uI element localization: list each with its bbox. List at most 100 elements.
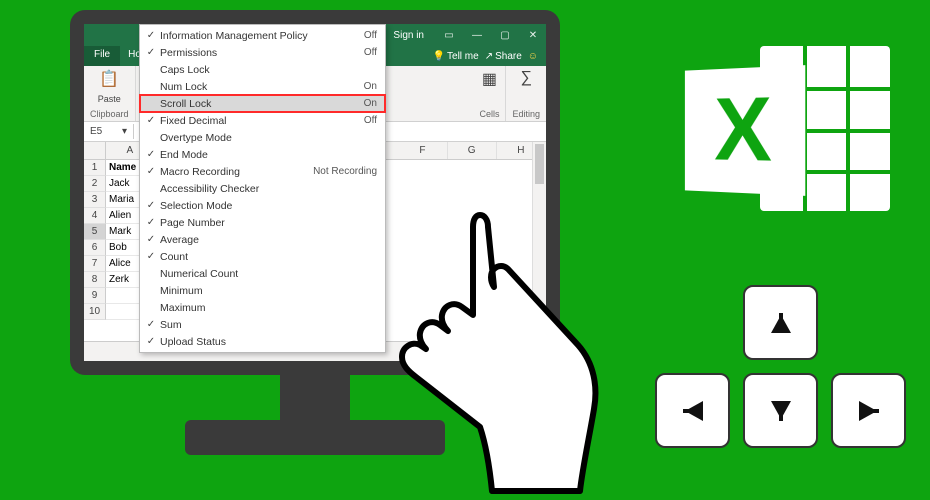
menu-item-label: Minimum [160,285,377,297]
scrollbar-thumb[interactable] [535,144,544,184]
checkmark-icon: ✓ [142,251,160,262]
maximize-button[interactable]: ▢ [496,30,514,41]
menu-item-label: Page Number [160,217,377,229]
menu-item[interactable]: ✓Average [140,231,385,248]
menu-item-label: Macro Recording [160,166,313,178]
menu-item-label: Accessibility Checker [160,183,377,195]
excel-logo: X [680,38,890,223]
share-button[interactable]: ↗Share [485,46,522,66]
row-header[interactable]: 9 [84,288,106,304]
menu-item-label: Information Management Policy [160,30,364,42]
menu-item[interactable]: ✓Macro RecordingNot Recording [140,163,385,180]
col-header-f[interactable]: F [398,142,447,159]
menu-item[interactable]: ✓Fixed DecimalOff [140,112,385,129]
checkmark-icon: ✓ [142,217,160,228]
menu-item[interactable]: ✓Page Number [140,214,385,231]
menu-item[interactable]: Minimum [140,282,385,299]
excel-logo-x: X [685,65,805,196]
paste-icon[interactable]: 📋 [99,69,119,89]
menu-item-label: Overtype Mode [160,132,377,144]
menu-item-label: Count [160,251,377,263]
checkmark-icon: ✓ [142,336,160,347]
checkmark-icon: ✓ [142,47,160,58]
name-box[interactable]: E5 ▾ [84,124,134,139]
menu-item[interactable]: Overtype Mode [140,129,385,146]
hand-cursor-graphic [370,195,610,495]
menu-item[interactable]: ✓Count [140,248,385,265]
menu-item-label: Maximum [160,302,377,314]
close-button[interactable]: ✕ [524,30,542,41]
checkmark-icon: ✓ [142,234,160,245]
ribbon-group-editing: ∑ Editing [506,66,546,121]
share-icon: ↗ [485,51,493,62]
checkmark-icon: ✓ [142,166,160,177]
menu-item-label: Permissions [160,47,364,59]
menu-item-value: Off [364,30,377,41]
menu-item-label: Fixed Decimal [160,115,364,127]
sign-in-link[interactable]: Sign in [393,30,424,41]
checkmark-icon: ✓ [142,319,160,330]
chevron-down-icon[interactable]: ▾ [122,126,127,137]
menu-item-value: Off [364,47,377,58]
cells-icon[interactable]: ▦ [482,69,497,89]
right-arrow-key [831,373,906,448]
row-header[interactable]: 2 [84,176,106,192]
row-header[interactable]: 4 [84,208,106,224]
lightbulb-icon: 💡 [433,51,445,62]
menu-item[interactable]: Scroll LockOn [140,95,385,112]
clipboard-group-label: Clipboard [90,109,129,119]
col-header-g[interactable]: G [448,142,497,159]
menu-item-label: Upload Status [160,336,377,348]
row-header[interactable]: 3 [84,192,106,208]
select-all-corner[interactable] [84,142,106,159]
left-arrow-key [655,373,730,448]
checkmark-icon: ✓ [142,200,160,211]
checkmark-icon: ✓ [142,115,160,126]
monitor-stand-neck [280,370,350,430]
menu-item[interactable]: Numerical Count [140,265,385,282]
menu-item-label: Scroll Lock [160,98,364,110]
menu-item[interactable]: Maximum [140,299,385,316]
row-header[interactable]: 8 [84,272,106,288]
menu-item[interactable]: ✓Selection Mode [140,197,385,214]
menu-item[interactable]: ✓End Mode [140,146,385,163]
menu-item[interactable]: ✓PermissionsOff [140,44,385,61]
menu-item-label: Sum [160,319,377,331]
menu-item-value: Off [364,115,377,126]
tell-me-search[interactable]: 💡Tell me [433,46,479,66]
menu-item-value: On [364,81,377,92]
menu-item-value: On [364,98,377,109]
checkmark-icon: ✓ [142,30,160,41]
menu-item[interactable]: ✓Sum [140,316,385,333]
menu-item-label: Average [160,234,377,246]
menu-item[interactable]: Caps Lock [140,61,385,78]
ribbon-display-options-icon[interactable]: ▭ [440,30,458,41]
cells-group-label: Cells [479,109,499,119]
paste-button[interactable]: Paste [98,94,121,104]
statusbar-customize-menu: ✓Information Management PolicyOff✓Permis… [139,24,386,353]
row-header[interactable]: 1 [84,160,106,176]
menu-item-label: Num Lock [160,81,364,93]
ribbon-group-clipboard: 📋 Paste Clipboard [84,66,136,121]
menu-item-label: Selection Mode [160,200,377,212]
menu-item[interactable]: Accessibility Checker [140,180,385,197]
row-header[interactable]: 10 [84,304,106,320]
menu-item-value: Not Recording [313,166,377,177]
row-header[interactable]: 5 [84,224,106,240]
down-arrow-key [743,373,818,448]
editing-group-label: Editing [512,109,540,119]
arrow-keys-graphic [655,285,915,475]
menu-item-label: Caps Lock [160,64,377,76]
menu-item-label: Numerical Count [160,268,377,280]
ribbon-group-cells: ▦ Cells [473,66,506,121]
menu-item[interactable]: ✓Upload Status [140,333,385,350]
minimize-button[interactable]: — [468,30,486,41]
editing-icon[interactable]: ∑ [521,69,532,87]
row-header[interactable]: 6 [84,240,106,256]
tab-file[interactable]: File [84,46,120,66]
row-header[interactable]: 7 [84,256,106,272]
checkmark-icon: ✓ [142,149,160,160]
menu-item[interactable]: ✓Information Management PolicyOff [140,27,385,44]
smiley-icon[interactable]: ☺ [528,46,538,66]
menu-item[interactable]: Num LockOn [140,78,385,95]
